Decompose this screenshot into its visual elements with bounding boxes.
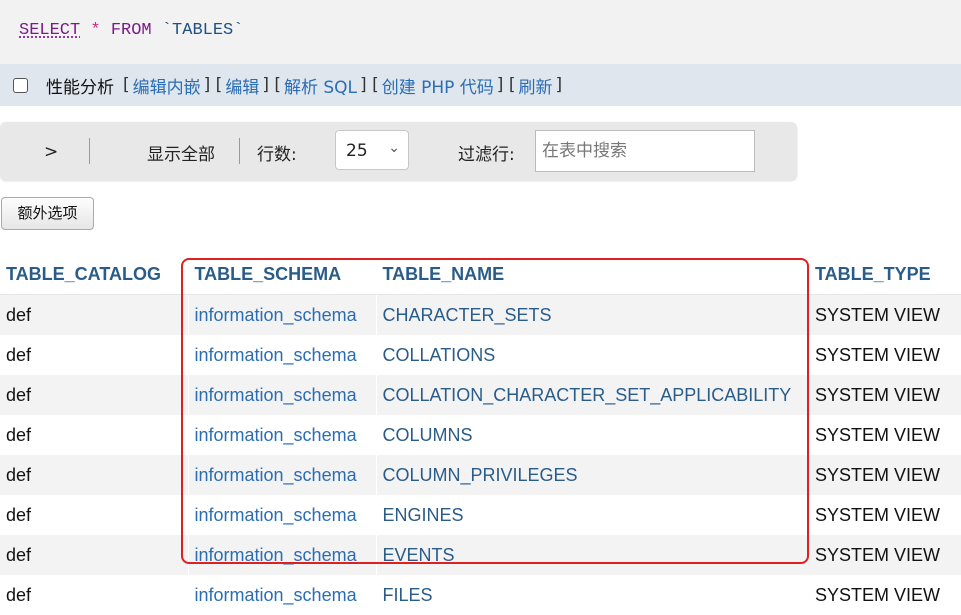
sql-query-bar: SELECT * FROM `TABLES` (0, 0, 961, 64)
explain-sql-link[interactable]: 解析 SQL (284, 73, 357, 98)
cell-schema[interactable]: information_schema (187, 294, 376, 335)
table-row[interactable]: def information_schema ENGINES SYSTEM VI… (0, 495, 961, 535)
cell-catalog: def (0, 335, 188, 375)
table-row[interactable]: def information_schema COLUMNS SYSTEM VI… (0, 415, 961, 455)
cell-table-type: SYSTEM VIEW (809, 294, 961, 335)
edit-link[interactable]: 编辑 (225, 73, 259, 98)
cell-schema[interactable]: information_schema (187, 415, 376, 455)
cell-schema[interactable]: information_schema (187, 375, 376, 415)
cell-catalog: def (0, 455, 188, 495)
cell-table-name[interactable]: EVENTS (375, 535, 809, 575)
table-row[interactable]: def information_schema FILES SYSTEM VIEW (0, 575, 961, 615)
cell-schema[interactable]: information_schema (187, 455, 376, 495)
sql-query-text[interactable]: SELECT * FROM `TABLES` (19, 21, 243, 40)
cell-catalog: def (0, 495, 188, 535)
show-all-label[interactable]: 显示全部 (147, 140, 215, 165)
cell-catalog: def (0, 375, 188, 415)
chevron-down-icon: ⌄ (388, 140, 400, 156)
cell-catalog: def (0, 535, 188, 575)
column-header-table-name[interactable]: TABLE_NAME (375, 254, 809, 295)
cell-schema[interactable]: information_schema (187, 495, 376, 535)
filter-rows-input[interactable] (535, 130, 755, 172)
cell-table-name[interactable]: CHARACTER_SETS (375, 294, 809, 335)
cell-table-type: SYSTEM VIEW (809, 335, 961, 375)
cell-table-name[interactable]: FILES (375, 575, 809, 615)
cell-table-type: SYSTEM VIEW (809, 455, 961, 495)
cell-schema[interactable]: information_schema (187, 535, 376, 575)
sql-keyword-from: FROM (110, 21, 152, 40)
navigation-toolbar: > 显示全部 行数: 25 ⌄ 过滤行: (0, 122, 797, 280)
column-header-table-catalog[interactable]: TABLE_CATALOG (0, 254, 188, 295)
create-php-code-link[interactable]: 创建 PHP 代码 (382, 73, 494, 98)
column-header-table-type[interactable]: TABLE_TYPE (809, 254, 961, 295)
table-row[interactable]: def information_schema CHARACTER_SETS SY… (0, 294, 961, 335)
table-header-row: TABLE_CATALOG TABLE_SCHEMA TABLE_NAME TA… (0, 254, 961, 295)
cell-catalog: def (0, 575, 188, 615)
sql-star: * (90, 21, 101, 40)
table-row[interactable]: def information_schema EVENTS SYSTEM VIE… (0, 535, 961, 575)
cell-table-type: SYSTEM VIEW (809, 575, 961, 615)
table-row[interactable]: def information_schema COLLATIONS SYSTEM… (0, 335, 961, 375)
table-row[interactable]: def information_schema COLLATION_CHARACT… (0, 375, 961, 415)
cell-table-type: SYSTEM VIEW (809, 495, 961, 535)
cell-table-name[interactable]: COLLATION_CHARACTER_SET_APPLICABILITY (375, 375, 809, 415)
profiling-label: 性能分析 (46, 77, 114, 98)
sql-table-name: `TABLES` (161, 21, 244, 40)
profiling-checkbox[interactable] (13, 77, 28, 93)
cell-table-type: SYSTEM VIEW (809, 535, 961, 575)
cell-table-name[interactable]: COLLATIONS (375, 335, 809, 375)
cell-table-name[interactable]: COLUMNS (375, 415, 809, 455)
rows-label: 行数: (257, 145, 297, 165)
filter-rows-label: 过滤行: (458, 145, 515, 165)
cell-table-type: SYSTEM VIEW (809, 375, 961, 415)
cell-catalog: def (0, 294, 188, 335)
next-page-button[interactable]: > (44, 142, 58, 162)
toolbar-divider (239, 138, 240, 164)
cell-schema[interactable]: information_schema (187, 335, 376, 375)
cell-table-name[interactable]: COLUMN_PRIVILEGES (375, 455, 809, 495)
extra-options-button[interactable]: 额外选项 (1, 197, 94, 230)
column-header-table-schema[interactable]: TABLE_SCHEMA (187, 254, 376, 295)
rows-per-page-select[interactable]: 25 ⌄ (335, 130, 409, 170)
sql-keyword-select: SELECT (19, 21, 81, 40)
edit-inline-link[interactable]: 编辑内嵌 (133, 73, 201, 98)
profiling-bar: 性能分析 [ 编辑内嵌 ] [ 编辑 ] [ 解析 SQL ] [ 创建 PHP… (0, 64, 961, 106)
results-table: TABLE_CATALOG TABLE_SCHEMA TABLE_NAME TA… (0, 254, 961, 615)
cell-table-type: SYSTEM VIEW (809, 415, 961, 455)
cell-catalog: def (0, 415, 188, 455)
toolbar-divider (89, 138, 90, 164)
cell-table-name[interactable]: ENGINES (375, 495, 809, 535)
refresh-link[interactable]: 刷新 (518, 73, 552, 98)
rows-per-page-value: 25 (346, 141, 368, 161)
table-row[interactable]: def information_schema COLUMN_PRIVILEGES… (0, 455, 961, 495)
cell-schema[interactable]: information_schema (187, 575, 376, 615)
